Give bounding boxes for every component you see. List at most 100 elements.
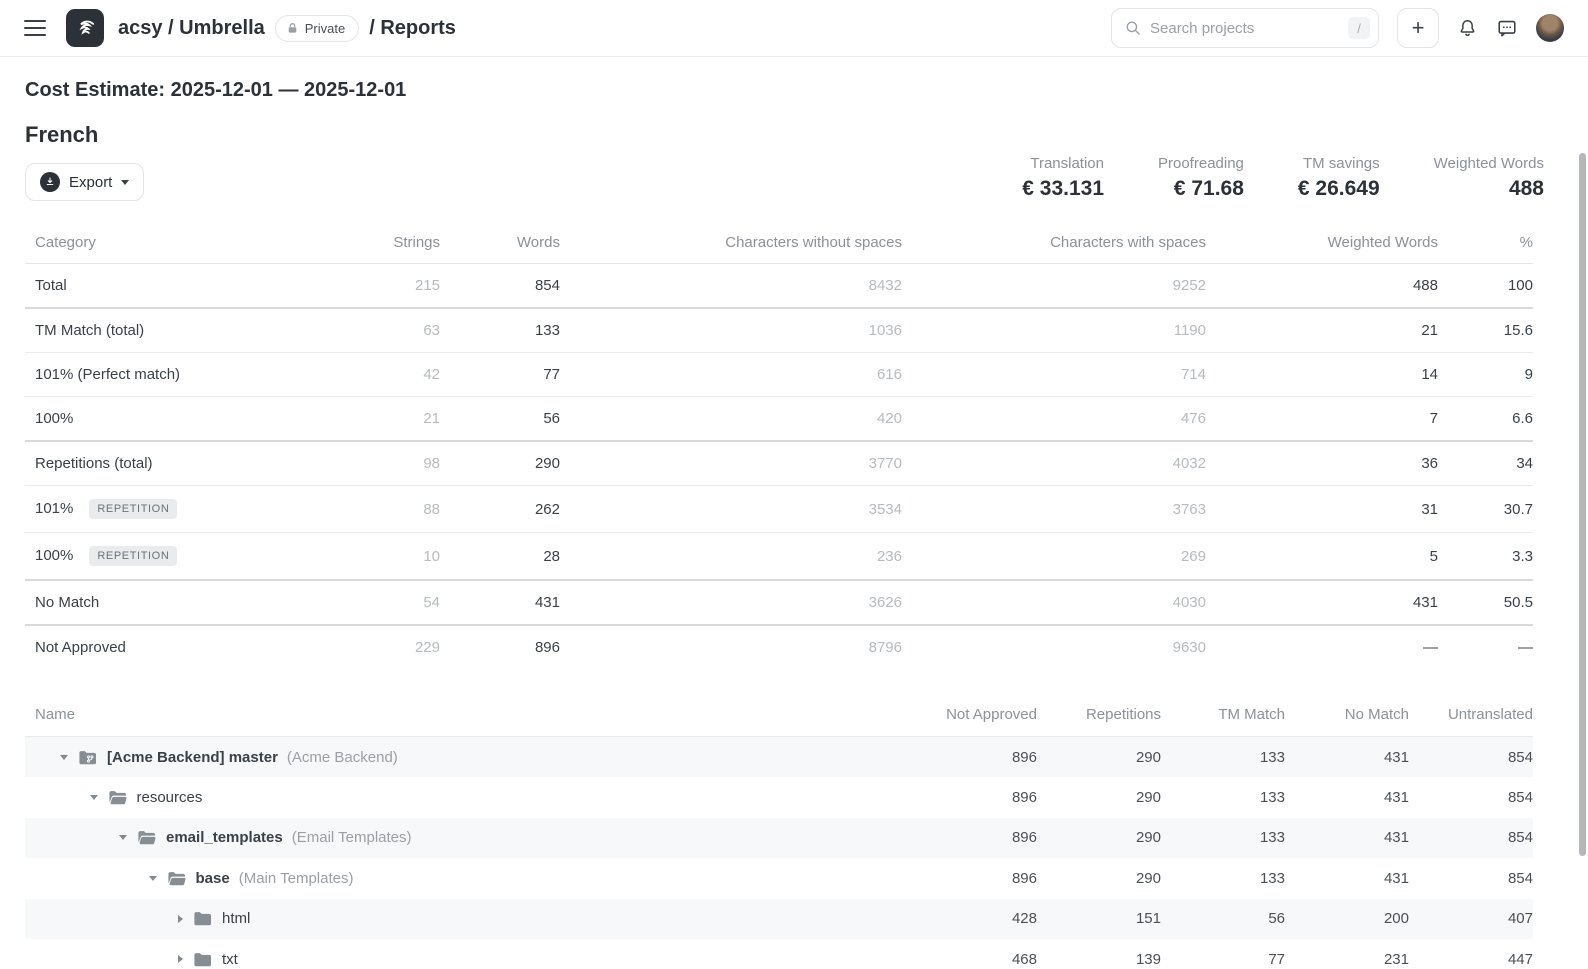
- notifications-button[interactable]: [1457, 18, 1478, 39]
- folder-icon: [192, 951, 213, 968]
- strings-cell: 21: [365, 397, 440, 442]
- app-logo[interactable]: [66, 9, 104, 47]
- chars-without-cell: 3626: [560, 580, 902, 625]
- file-name-inner[interactable]: base(Main Templates): [25, 870, 913, 887]
- not-approved-cell: 896: [913, 818, 1037, 859]
- file-name-label[interactable]: email_templates: [166, 829, 283, 846]
- category-cell: Not Approved: [25, 625, 365, 669]
- words-cell: 56: [440, 397, 560, 442]
- pct-cell: 34: [1438, 441, 1533, 486]
- untranslated-cell: 407: [1409, 899, 1533, 940]
- collapse-caret-icon[interactable]: [90, 795, 98, 800]
- summary-column-header: Characters without spaces: [560, 224, 902, 264]
- search-shortcut-key: /: [1348, 17, 1370, 39]
- not-approved-cell: 428: [913, 899, 1037, 940]
- untranslated-cell: 854: [1409, 858, 1533, 899]
- pct-cell: 3.3: [1438, 533, 1533, 581]
- untranslated-cell: 447: [1409, 939, 1533, 969]
- weighted-cell: —: [1206, 625, 1438, 669]
- stat-block: Translation€ 33.131: [1022, 155, 1104, 201]
- privacy-label: Private: [305, 21, 345, 36]
- not-approved-cell: 896: [913, 737, 1037, 778]
- strings-cell: 215: [365, 264, 440, 309]
- branch-folder-icon: [77, 749, 98, 766]
- collapse-caret-icon[interactable]: [60, 755, 68, 760]
- file-name-cell: [Acme Backend] master(Acme Backend): [25, 737, 913, 778]
- category-cell: No Match: [25, 580, 365, 625]
- file-name-label[interactable]: base: [196, 870, 230, 887]
- export-button[interactable]: Export: [25, 163, 144, 201]
- no-match-cell: 431: [1285, 777, 1409, 818]
- category-label: Not Approved: [35, 639, 126, 656]
- expand-caret-icon[interactable]: [178, 955, 183, 963]
- category-label: 101% (Perfect match): [35, 366, 180, 383]
- no-match-cell: 431: [1285, 858, 1409, 899]
- user-avatar[interactable]: [1536, 14, 1564, 42]
- language-section-header: French Export Translation€ 33.131 Proofre…: [25, 122, 1588, 201]
- files-column-header: TM Match: [1161, 696, 1285, 737]
- create-project-button[interactable]: +: [1397, 8, 1439, 48]
- stat-label: Weighted Words: [1434, 155, 1544, 172]
- pct-cell: 6.6: [1438, 397, 1533, 442]
- repetitions-cell: 290: [1037, 737, 1161, 778]
- weighted-cell: 21: [1206, 308, 1438, 353]
- hamburger-menu-icon[interactable]: [24, 20, 46, 36]
- file-name-cell: txt: [25, 939, 913, 969]
- not-approved-cell: 896: [913, 858, 1037, 899]
- file-name-label[interactable]: [Acme Backend] master: [107, 749, 278, 766]
- export-label: Export: [69, 174, 112, 191]
- weighted-cell: 36: [1206, 441, 1438, 486]
- repetitions-cell: 290: [1037, 858, 1161, 899]
- file-row: resources896290133431854: [25, 777, 1533, 818]
- summary-row: Total21585484329252488100: [25, 264, 1533, 309]
- chars-without-cell: 616: [560, 353, 902, 397]
- file-name-label[interactable]: txt: [222, 951, 238, 968]
- file-name-inner[interactable]: [Acme Backend] master(Acme Backend): [25, 749, 913, 766]
- file-name-inner[interactable]: html: [25, 910, 913, 927]
- breadcrumb-section[interactable]: / Reports: [369, 17, 456, 40]
- chars-without-cell: 420: [560, 397, 902, 442]
- files-header-row: NameNot ApprovedRepetitionsTM MatchNo Ma…: [25, 696, 1533, 737]
- untranslated-cell: 854: [1409, 818, 1533, 859]
- chars-with-cell: 3763: [902, 486, 1206, 533]
- file-name-suffix: (Email Templates): [292, 829, 412, 846]
- search-box[interactable]: /: [1111, 8, 1379, 48]
- category-cell: 101%REPETITION: [25, 486, 365, 533]
- repetitions-cell: 139: [1037, 939, 1161, 969]
- search-icon: [1124, 19, 1142, 37]
- search-input[interactable]: [1150, 20, 1340, 37]
- collapse-caret-icon[interactable]: [149, 876, 157, 881]
- tm-match-cell: 133: [1161, 777, 1285, 818]
- file-name-label[interactable]: html: [222, 910, 250, 927]
- vertical-scrollbar-thumb[interactable]: [1579, 153, 1586, 856]
- files-column-header: Not Approved: [913, 696, 1037, 737]
- file-name-label[interactable]: resources: [137, 789, 203, 806]
- words-cell: 431: [440, 580, 560, 625]
- summary-row: 101%REPETITION88262353437633130.7: [25, 486, 1533, 533]
- chat-bubble-icon: [1496, 17, 1518, 39]
- chars-with-cell: 4030: [902, 580, 1206, 625]
- weighted-cell: 31: [1206, 486, 1438, 533]
- words-cell: 262: [440, 486, 560, 533]
- file-name-inner[interactable]: email_templates (Email Templates): [25, 829, 913, 846]
- breadcrumb-project[interactable]: acsy / Umbrella: [118, 17, 265, 40]
- collapse-caret-icon[interactable]: [119, 835, 127, 840]
- pct-cell: 30.7: [1438, 486, 1533, 533]
- expand-caret-icon[interactable]: [178, 915, 183, 923]
- stat-block: Proofreading€ 71.68: [1158, 155, 1244, 201]
- messages-button[interactable]: [1496, 17, 1518, 39]
- stat-value: € 26.649: [1298, 177, 1380, 201]
- bell-icon: [1457, 18, 1478, 39]
- chevron-down-icon: [121, 180, 129, 185]
- words-cell: 290: [440, 441, 560, 486]
- chars-without-cell: 1036: [560, 308, 902, 353]
- stat-block: Weighted Words488: [1434, 155, 1544, 201]
- files-body: [Acme Backend] master(Acme Backend)89629…: [25, 737, 1533, 969]
- summary-row: No Match544313626403043150.5: [25, 580, 1533, 625]
- file-name-inner[interactable]: txt: [25, 951, 913, 968]
- summary-row: 101% (Perfect match)4277616714149: [25, 353, 1533, 397]
- language-name: French: [25, 122, 144, 148]
- files-column-header: Untranslated: [1409, 696, 1533, 737]
- file-name-inner[interactable]: resources: [25, 789, 913, 806]
- category-cell: Repetitions (total): [25, 441, 365, 486]
